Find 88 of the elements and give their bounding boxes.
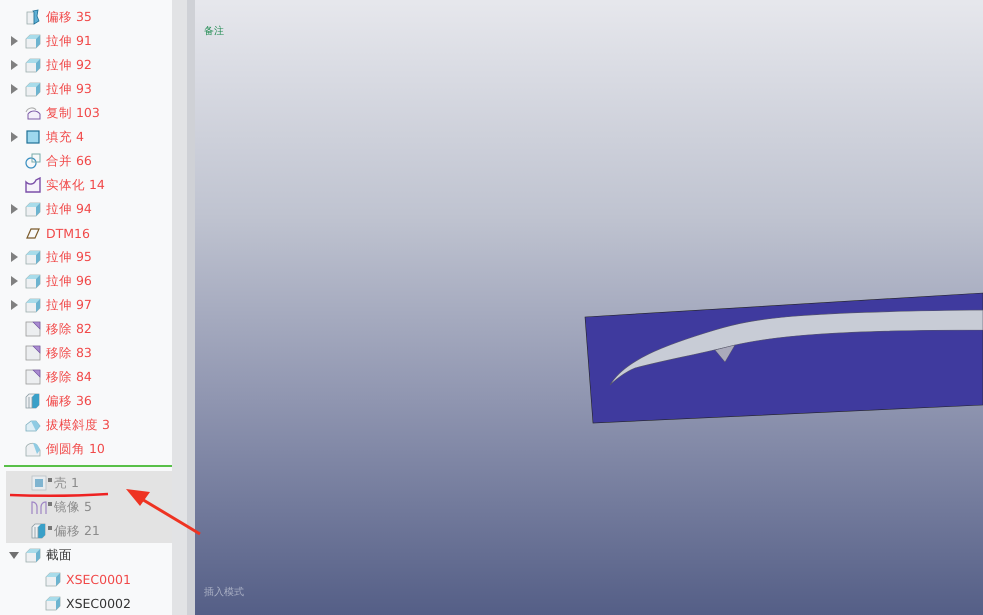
tree-item-label: XSEC0002 [66,596,131,610]
expand-arrow-icon[interactable] [10,252,18,262]
tree-item[interactable]: 移除 82 [0,317,172,341]
tree-item-label: 倒圆角 10 [46,440,105,458]
tree-item-label: 拉伸 91 [46,32,92,50]
tree-item-label: 填充 4 [46,128,84,146]
expand-arrow-icon[interactable] [10,84,18,94]
suppressed-marker-icon [48,502,52,506]
tree-item-label: 拉伸 94 [46,200,92,218]
remove-icon [25,321,41,337]
tree-item-label: 截面 [46,546,72,564]
tree-item[interactable]: 截面 [0,543,172,567]
cube-icon [25,547,41,563]
remove-icon [25,369,41,385]
tree-item[interactable]: 偏移 35 [0,5,172,29]
cube-icon [25,33,41,49]
expand-arrow-icon[interactable] [10,204,18,214]
tree-item[interactable]: 拉伸 96 [0,269,172,293]
layered-block-icon [31,523,47,539]
tree-item[interactable]: 拉伸 91 [0,29,172,53]
tree-item-label: 移除 83 [46,344,92,362]
expand-arrow-icon[interactable] [10,132,18,142]
filled-square-icon [25,129,41,145]
insert-marker-line[interactable] [4,465,172,467]
tree-item-label: 偏移 36 [46,392,92,410]
tree-item-label: 偏移 21 [54,522,100,540]
tree-item[interactable]: 拉伸 97 [0,293,172,317]
copy-surface-icon [25,105,41,121]
tree-item-label: 拉伸 93 [46,80,92,98]
mirror-icon [31,499,47,515]
tree-item[interactable]: 合并 66 [0,149,172,173]
tree-item-label: XSEC0001 [66,572,131,586]
tree-item[interactable]: 拉伸 94 [0,197,172,221]
tree-item[interactable]: 移除 83 [0,341,172,365]
suppressed-marker-icon [48,478,52,482]
tree-item-label: 壳 1 [54,474,79,492]
tree-item-label: 拉伸 96 [46,272,92,290]
cube-icon [25,81,41,97]
tree-item-label: 移除 84 [46,368,92,386]
tree-item-label: 合并 66 [46,152,92,170]
scrollbar[interactable] [172,0,195,615]
tree-item[interactable]: 偏移 21 [6,519,172,543]
tree-item[interactable]: XSEC0001 [0,567,172,591]
tree-item[interactable]: 倒圆角 10 [0,437,172,461]
tree-item[interactable]: 实体化 14 [0,173,172,197]
tree-item[interactable]: 拉伸 92 [0,53,172,77]
tree-item-label: 拉伸 95 [46,248,92,266]
shell-icon [31,475,47,491]
tree-item-label: 镜像 5 [54,498,92,516]
tree-item-label: 拔模斜度 3 [46,416,110,434]
tree-item[interactable]: XSEC0002 [0,591,172,615]
tree-item[interactable]: 填充 4 [0,125,172,149]
expand-arrow-icon[interactable] [10,60,18,70]
tree-item[interactable]: 拉伸 93 [0,77,172,101]
tree-item[interactable]: 壳 1 [6,471,172,495]
tree-item-label: 实体化 14 [46,176,105,194]
tree-item[interactable]: 复制 103 [0,101,172,125]
cube-icon [25,57,41,73]
expand-arrow-icon[interactable] [10,300,18,310]
tree-item[interactable]: 拔模斜度 3 [0,413,172,437]
expand-arrow-icon[interactable] [10,36,18,46]
tree-item[interactable]: 镜像 5 [6,495,172,519]
offset-block-icon [25,9,41,25]
cube-icon [25,249,41,265]
layered-block-icon [25,393,41,409]
tree-item-label: DTM16 [46,226,90,240]
cube-icon [45,571,61,587]
note-label: 备注 [204,24,225,38]
tree-item[interactable]: 拉伸 95 [0,245,172,269]
suppressed-marker-icon [48,526,52,530]
tree-item-label: 偏移 35 [46,8,92,26]
tree-item[interactable]: 移除 84 [0,365,172,389]
remove-icon [25,345,41,361]
tree-item-label: 复制 103 [46,104,100,122]
tree-item[interactable]: 偏移 36 [0,389,172,413]
mode-status: 插入模式 [204,586,244,599]
cube-icon [25,297,41,313]
merge-icon [25,153,41,169]
tree-item[interactable]: DTM16 [0,221,172,245]
tree-item-label: 拉伸 92 [46,56,92,74]
cube-icon [25,273,41,289]
solidify-icon [25,177,41,193]
cube-icon [25,201,41,217]
round-icon [25,441,41,457]
tree-item-label: 移除 82 [46,320,92,338]
cube-icon [45,595,61,611]
expand-arrow-icon[interactable] [10,276,18,286]
tree-item-label: 拉伸 97 [46,296,92,314]
